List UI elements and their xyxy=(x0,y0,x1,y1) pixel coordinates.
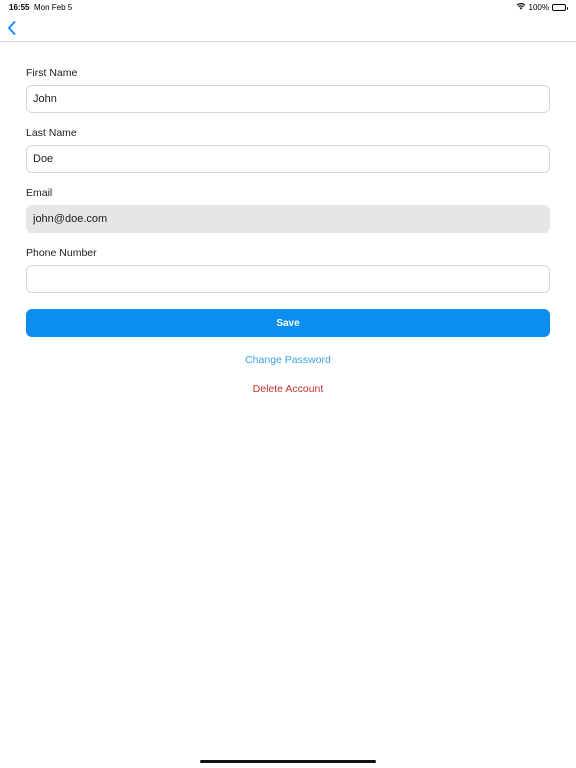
status-indicators: 100% xyxy=(516,2,568,12)
first-name-label: First Name xyxy=(26,67,78,79)
profile-form: First Name Last Name Email Phone Number xyxy=(26,66,550,306)
phone-number-input[interactable] xyxy=(26,265,550,293)
change-password-link[interactable]: Change Password xyxy=(0,354,576,366)
first-name-field: First Name xyxy=(26,66,550,113)
last-name-input[interactable] xyxy=(26,145,550,173)
chevron-left-icon xyxy=(5,21,19,42)
back-button[interactable] xyxy=(5,18,19,38)
last-name-label: Last Name xyxy=(26,127,77,139)
status-bar: 16:55 Mon Feb 5 100% xyxy=(0,0,576,14)
last-name-field: Last Name xyxy=(26,126,550,173)
delete-account-link[interactable]: Delete Account xyxy=(0,383,576,395)
phone-number-label: Phone Number xyxy=(26,247,97,259)
home-indicator xyxy=(200,760,376,763)
phone-number-field: Phone Number xyxy=(26,246,550,293)
first-name-input[interactable] xyxy=(26,85,550,113)
save-button[interactable]: Save xyxy=(26,309,550,337)
battery-icon xyxy=(552,3,568,11)
status-time: 16:55 xyxy=(9,3,30,12)
wifi-icon xyxy=(516,2,526,12)
email-field: Email xyxy=(26,186,550,233)
profile-screen: 16:55 Mon Feb 5 100% First Name John Las… xyxy=(0,0,576,768)
navigation-bar xyxy=(0,14,576,42)
status-date: Mon Feb 5 xyxy=(34,3,73,12)
email-label: Email xyxy=(26,187,53,199)
battery-percentage: 100% xyxy=(528,2,549,12)
email-input xyxy=(26,205,550,233)
